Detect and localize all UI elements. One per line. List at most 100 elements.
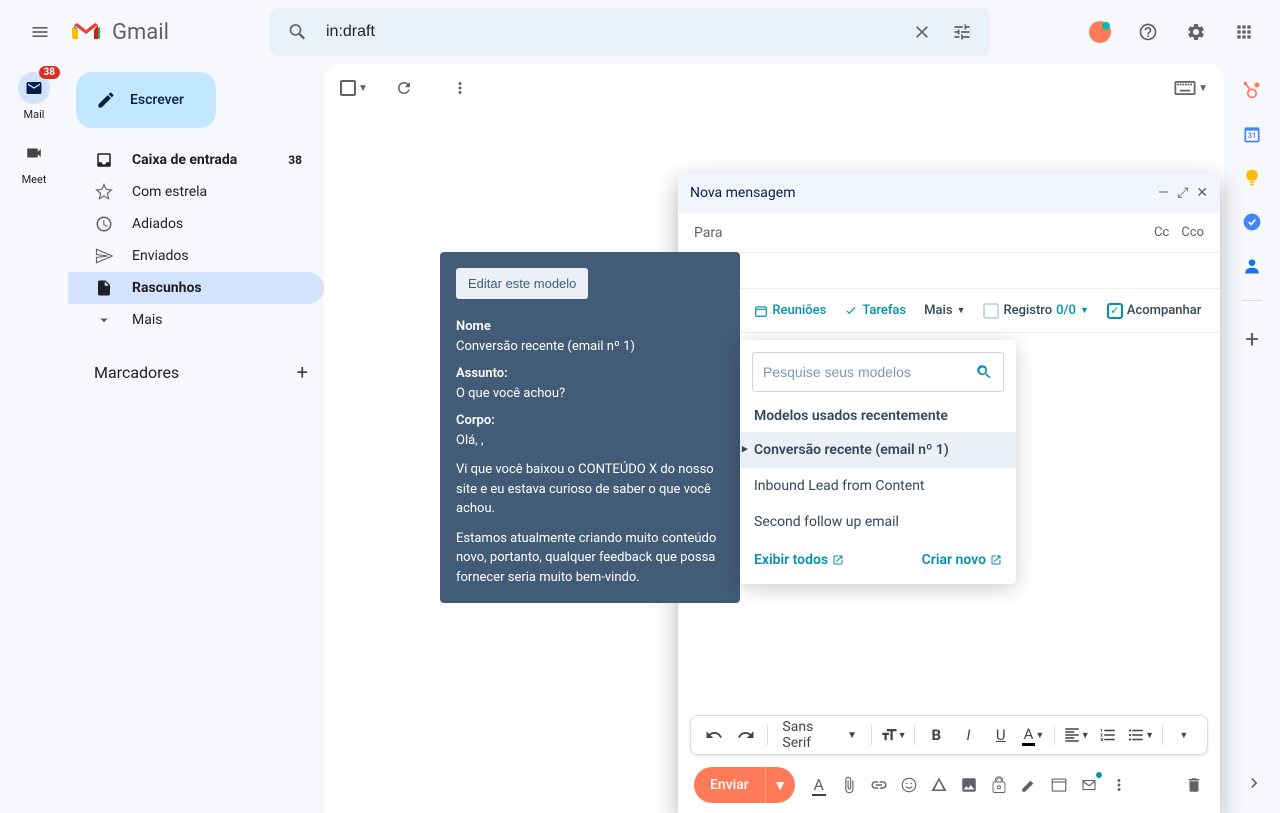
check-icon xyxy=(844,304,858,318)
create-new-template[interactable]: Criar novo xyxy=(922,552,1002,568)
sidebar: Escrever Caixa de entrada 38 Com estrela… xyxy=(68,64,324,400)
close-icon xyxy=(912,22,932,42)
edit-template-button[interactable]: Editar este modelo xyxy=(456,268,588,299)
italic-button[interactable]: I xyxy=(953,719,983,751)
settings-button[interactable] xyxy=(1176,12,1216,52)
compose-more-button[interactable] xyxy=(1109,775,1129,795)
link-button[interactable] xyxy=(869,775,889,795)
search-options-button[interactable] xyxy=(942,12,982,52)
hs-more[interactable]: Mais▼ xyxy=(924,303,965,318)
external-icon xyxy=(990,554,1002,566)
underline-button[interactable]: U xyxy=(986,719,1016,751)
preview-body-2: Vi que você baixou o CONTEÚDO X do nosso… xyxy=(456,460,724,519)
compose-label: Escrever xyxy=(130,92,184,108)
search-input[interactable] xyxy=(318,23,902,41)
close-compose-button[interactable]: ✕ xyxy=(1196,185,1208,201)
rail-meet[interactable]: Meet xyxy=(18,137,50,186)
expand-side-panel[interactable] xyxy=(1244,773,1264,797)
tasks-sidebar-button[interactable] xyxy=(1242,212,1262,232)
calendar-small-icon xyxy=(754,304,768,318)
compose-button[interactable]: Escrever xyxy=(76,72,216,128)
expand-button[interactable]: ⤢ xyxy=(1177,185,1188,201)
support-button[interactable] xyxy=(1128,12,1168,52)
sidebar-item-snoozed[interactable]: Adiados xyxy=(68,208,324,240)
confidential-button[interactable] xyxy=(989,775,1009,795)
subject-field[interactable] xyxy=(678,253,1220,289)
template-item-0[interactable]: Conversão recente (email nº 1) xyxy=(740,432,1016,468)
pen-icon xyxy=(1020,776,1038,794)
format-toolbar: Sans Serif▼ ▼ B I U A▼ ▼ ▼ ▼ xyxy=(690,715,1208,755)
hs-tasks[interactable]: Tarefas xyxy=(844,303,906,318)
rail-mail[interactable]: 38 Mail xyxy=(18,72,50,121)
apps-button[interactable] xyxy=(1224,12,1264,52)
redo-button[interactable] xyxy=(731,719,761,751)
template-item-1[interactable]: Inbound Lead from Content xyxy=(740,468,1016,504)
contacts-icon xyxy=(1242,256,1262,276)
search-bar[interactable] xyxy=(270,8,990,56)
preview-subject-label: Assunto: xyxy=(456,364,724,384)
clear-search-button[interactable] xyxy=(902,12,942,52)
svg-text:31: 31 xyxy=(1248,131,1257,140)
hs-insert-button[interactable] xyxy=(1049,775,1069,795)
select-all-checkbox[interactable]: ▼ xyxy=(340,80,368,96)
search-button[interactable] xyxy=(278,12,318,52)
text-color-button[interactable]: A▼ xyxy=(1018,719,1048,751)
undo-button[interactable] xyxy=(699,719,729,751)
image-button[interactable] xyxy=(959,775,979,795)
gmail-logo[interactable]: Gmail xyxy=(72,20,232,45)
font-select[interactable]: Sans Serif▼ xyxy=(774,719,865,751)
labels-header: Marcadores + xyxy=(68,352,324,392)
calendar-sidebar-button[interactable]: 31 xyxy=(1242,124,1262,144)
send-options-button[interactable]: ▼ xyxy=(765,767,795,803)
apps-grid-icon xyxy=(1234,22,1254,42)
inbox-count: 38 xyxy=(288,153,302,167)
view-all-templates[interactable]: Exibir todos xyxy=(754,552,844,568)
attach-button[interactable] xyxy=(839,775,859,795)
sidebar-item-drafts[interactable]: Rascunhos xyxy=(68,272,324,304)
contacts-sidebar-button[interactable] xyxy=(1242,256,1262,276)
template-search-input[interactable] xyxy=(763,364,975,380)
hs-snippet-button[interactable] xyxy=(1079,775,1099,795)
ol-icon xyxy=(1099,726,1117,744)
hs-meetings[interactable]: Reuniões xyxy=(754,303,826,318)
emoji-button[interactable] xyxy=(899,775,919,795)
hs-log[interactable]: Registro 0/0▼ xyxy=(983,303,1088,319)
window-icon xyxy=(1050,776,1068,794)
cc-button[interactable]: Cc xyxy=(1154,225,1169,240)
more-vert-icon xyxy=(451,79,469,97)
bold-button[interactable]: B xyxy=(921,719,951,751)
keep-sidebar-button[interactable] xyxy=(1242,168,1262,188)
add-label-button[interactable]: + xyxy=(297,360,308,384)
font-size-button[interactable]: ▼ xyxy=(878,719,908,751)
template-section-title: Modelos usados recentemente xyxy=(740,404,1016,432)
bcc-button[interactable]: Cco xyxy=(1181,225,1204,240)
sidebar-item-more[interactable]: Mais xyxy=(68,304,324,336)
hs-track[interactable]: ✓Acompanhar xyxy=(1107,303,1201,319)
drive-button[interactable] xyxy=(929,775,949,795)
header-actions xyxy=(1080,12,1264,52)
hubspot-sidebar-button[interactable] xyxy=(1242,80,1262,100)
minimize-button[interactable]: — xyxy=(1158,185,1169,201)
main-menu-button[interactable] xyxy=(16,8,64,56)
sidebar-item-starred[interactable]: Com estrela xyxy=(68,176,324,208)
discard-draft-button[interactable] xyxy=(1184,775,1204,795)
bullet-list-button[interactable]: ▼ xyxy=(1126,719,1156,751)
mail-icon xyxy=(25,79,43,97)
format-toggle-button[interactable]: A xyxy=(809,775,829,795)
input-tools-button[interactable]: ▼ xyxy=(1174,81,1208,95)
compose-header[interactable]: Nova mensagem — ⤢ ✕ xyxy=(678,173,1220,213)
numbered-list-button[interactable] xyxy=(1093,719,1123,751)
sidebar-item-sent[interactable]: Enviados xyxy=(68,240,324,272)
add-sidebar-button[interactable]: + xyxy=(1245,325,1259,353)
signature-button[interactable] xyxy=(1019,775,1039,795)
sidebar-item-inbox[interactable]: Caixa de entrada 38 xyxy=(68,144,324,176)
align-button[interactable]: ▼ xyxy=(1061,719,1091,751)
template-search[interactable] xyxy=(752,352,1004,392)
more-format-button[interactable]: ▼ xyxy=(1169,719,1199,751)
to-field[interactable]: Para Cc Cco xyxy=(678,213,1220,253)
send-button[interactable]: Enviar ▼ xyxy=(694,767,795,803)
refresh-button[interactable] xyxy=(384,68,424,108)
template-item-2[interactable]: Second follow up email xyxy=(740,504,1016,540)
more-button[interactable] xyxy=(440,68,480,108)
hubspot-status-icon[interactable] xyxy=(1080,12,1120,52)
